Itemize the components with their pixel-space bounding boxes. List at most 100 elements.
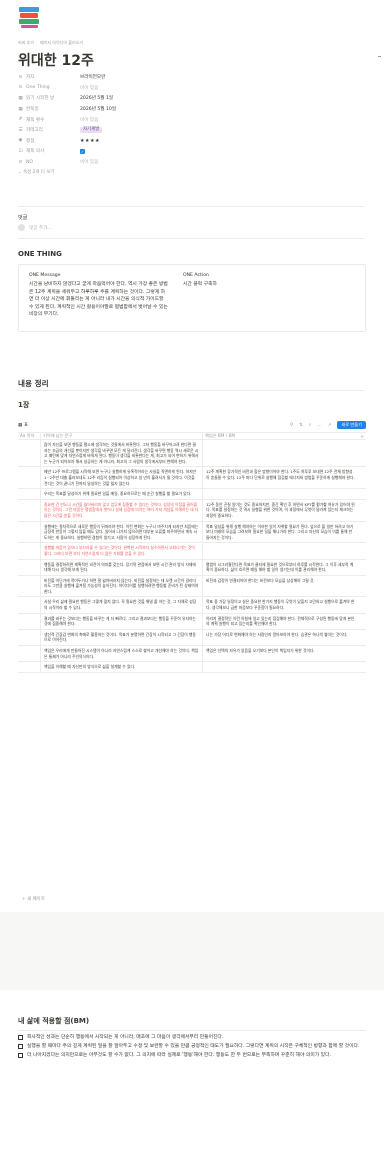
calendar-icon: ▦ [18, 95, 23, 101]
property-finish-date[interactable]: ▦ 완독일 2026년 5월 10일 [18, 104, 358, 115]
new-page-button[interactable]: + 새 페이지 [22, 896, 45, 902]
todo-item[interactable]: 실행을 할 때마다 주의 깊게 계획된 일을 잘 알아두고 수정 및 보완할 수… [18, 1043, 366, 1050]
load-page-idea-button[interactable]: 페이지 아이디어 불러오기 [40, 40, 83, 46]
todo-item[interactable]: 회사적인 성과는 단순히 행동에서 시작되는 게 아니라, 매초에 그 마음이 … [18, 1034, 366, 1041]
row-title-cell[interactable] [18, 560, 40, 575]
table-row[interactable]: 책임을 이해할 때 자신만의 방식으로 삶을 설계할 수 있다. [18, 662, 366, 673]
quote-cell[interactable]: 사실 우리 삶에 필요한 행동은 그렇게 많지 않다. 꼭 필요한 것을 해낼 … [40, 597, 202, 613]
new-row-button[interactable]: 새로 만들기 [337, 421, 366, 429]
bm-cell[interactable] [202, 662, 358, 672]
comments-label: 댓글 [18, 215, 28, 221]
row-title-cell[interactable] [18, 662, 40, 672]
bm-cell[interactable]: 평범이 시그러웠던다면 목표가 클지에 필요한 것으로부터 하루를 시작한다. … [202, 559, 358, 575]
rating-stars[interactable]: ★★★★ [80, 138, 100, 144]
property-reread-count[interactable]: # 재독 횟수 비어 있음 [18, 114, 358, 125]
quote-cell[interactable]: 우리는 목표를 달성하기 위해 필요한 일을 매일, 중요하므로는 매 순간 실… [40, 489, 202, 499]
row-title-cell[interactable] [18, 500, 40, 521]
table-row[interactable]: 실행할 마음이 있으나 부끄러울 수 있다는 것이다. 완벽한 시작보다 실수하… [18, 543, 366, 560]
row-title-cell[interactable] [18, 597, 40, 612]
todo-item[interactable]: 더 나아지겠다는 의지만으로는 아무것도 할 수가 없다. 그 의지에 따라 실… [18, 1052, 366, 1059]
number-icon: # [18, 117, 23, 123]
divider [18, 390, 364, 391]
table-row[interactable]: 실행에는 절차적으로 새로운 행동이 뒤따라야 한다. 이런 변화는 누구나 마… [18, 521, 366, 544]
row-title-cell[interactable] [18, 614, 40, 629]
one-action-title: ONE Action [183, 273, 209, 278]
property-rating[interactable]: ◉ 평점 ★★★★ [18, 136, 358, 147]
bm-cell[interactable]: 12주 동안 끈질 일이는 것도 중요하지만, 중간 확인 후 하면서 KPT를… [202, 499, 358, 521]
property-no[interactable]: ≡ NO 비어 있음 [18, 157, 358, 168]
one-message-text: 시간을 낭비하지 않겠다고 굳게 마음먹어야 한다. 역시 가장 좋은 방법은 … [29, 282, 168, 318]
table-row[interactable]: 사실 우리 삶에 필요한 행동은 그렇게 많지 않다. 꼭 필요한 것을 해낼 … [18, 597, 366, 614]
quote-cell[interactable]: 매년 12주 프로그램을 시작해 보면 누구나 실행하게 유혹적이라는 사실을 … [40, 467, 202, 489]
select-icon: ◉ [18, 138, 23, 144]
table-row[interactable]: 행동을 결정하려면 계획적인 비전이 의미를 갖는다. 장기적 관점에서 보면 … [18, 559, 366, 576]
one-message-title: ONE Message [29, 273, 61, 278]
row-title-cell[interactable] [18, 543, 40, 558]
table-row[interactable]: 생산적 긴장감 변화의 촉매로 활용하는 것이다. 목표가 분명하면 긴장이 시… [18, 629, 366, 647]
table-view-tab[interactable]: ▦ 표 [18, 422, 28, 429]
quote-cell[interactable]: 생산적 긴장감 변화의 촉매로 활용하는 것이다. 목표가 분명하면 긴장이 시… [40, 629, 202, 646]
table-row[interactable]: 중요한 건 빈도나 시간을 잃어버리지 않고 업무에 집중할 수 있다는 것이다… [18, 499, 366, 522]
property-author[interactable]: ≡ 저자 브라이언모란 [18, 72, 358, 83]
bm-cell[interactable] [202, 489, 358, 499]
scrollbar[interactable] [378, 56, 381, 57]
more-icon[interactable]: … [317, 423, 321, 428]
comment-input[interactable]: 댓글 추가... [18, 224, 52, 231]
quote-cell[interactable]: 결과를 바꾸는 것보다는 행동을 바꾸는 게 더 빠르다. 그리고 결과보다는 … [40, 613, 202, 629]
page-title[interactable]: 위대한 12주 [18, 50, 94, 70]
table-row[interactable]: 매년 12주 프로그램을 시작해 보면 누구나 실행하게 유혹적이라는 사실을 … [18, 467, 366, 490]
quote-cell[interactable]: 비전을 어딘가에 적어두거나 하면 잘 잃어버리지 않는다. 비전을 설정하는 … [40, 575, 202, 597]
table-row[interactable]: 많이 자신을 보면 행동을 평소에 생각하는 것들에서 비롯된다. 그저 행동을… [18, 440, 366, 468]
filter-icon[interactable]: ⚲ [290, 423, 293, 428]
quote-cell[interactable]: 실행할 마음이 있으나 부끄러울 수 있다는 것이다. 완벽한 시작보다 실수하… [40, 543, 202, 559]
bm-cell[interactable]: 목표 중 가장 일정이고 실은 중요한 한가지 행동이 무엇이 있을지 고민하고… [202, 597, 358, 613]
category-tag[interactable]: 자기계발 [80, 127, 103, 134]
quote-cell[interactable]: 많이 자신을 보면 행동을 평소에 생각하는 것들에서 비롯된다. 그저 행동을… [40, 440, 202, 467]
quote-cell[interactable]: 중요한 건 빈도나 시간을 잃어버리지 않고 업무에 집중할 수 있다는 것이다… [40, 499, 202, 521]
quote-cell[interactable]: 실행에는 절차적으로 새로운 행동이 뒤따라야 한다. 이런 변화는 누구나 마… [40, 521, 202, 543]
row-title-cell[interactable] [18, 646, 40, 661]
table-row[interactable]: 책임은 우리에게 만들어진 시스템이 아니라 자연스럽게 스스로 쌓이고 개선해… [18, 646, 366, 663]
bm-cell[interactable]: 책임은 선택의 자유가 있음을 오기보다 본인이 책임지기 위한 것이다. [202, 646, 358, 662]
row-title-cell[interactable] [18, 630, 40, 645]
table-row[interactable]: 결과를 바꾸는 것보다는 행동을 바꾸는 게 더 빠르다. 그리고 결과보다는 … [18, 613, 366, 630]
bm-cell[interactable]: 나는 가장 어디로 변화해야 하는 사람인지 알아보아야 한다. 습관은 하나씩… [202, 629, 358, 646]
bm-cell[interactable] [202, 440, 358, 467]
quote-cell[interactable]: 행동을 결정하려면 계획적인 비전이 의미를 갖는다. 장기적 관점에서 보면 … [40, 559, 202, 575]
list-icon: ☰ [18, 127, 23, 133]
row-title-cell[interactable] [18, 576, 40, 597]
table-row[interactable]: 우리는 목표를 달성하기 위해 필요한 일을 매일, 중요하므로는 매 순간 실… [18, 489, 366, 500]
quote-cell[interactable]: 책임을 이해할 때 자신만의 방식으로 삶을 설계할 수 있다. [40, 662, 202, 672]
quote-cell[interactable]: 책임은 우리에게 만들어진 시스템이 아니라 자연스럽게 스스로 쌓이고 개선해… [40, 646, 202, 662]
bm-cell[interactable]: 이러지 결정적인 이런 아침에 일고 있는지 점검해야 한다. 전체적으로 구성… [202, 613, 358, 629]
expand-icon[interactable]: ↗ [328, 423, 332, 428]
todo-checkbox[interactable] [18, 1044, 23, 1050]
property-start-date[interactable]: ▦ 읽기 시작한 날 2026년 5월 1일 [18, 93, 358, 104]
row-title-cell[interactable] [18, 489, 40, 499]
add-column-icon[interactable]: + [358, 434, 366, 439]
row-title-cell[interactable] [18, 467, 40, 488]
bm-cell[interactable]: 목표 달성을 위해 실행 해야하는 이러한 일이 자취할 필요가 된다. 앞으로… [202, 521, 358, 543]
reread-checkbox[interactable]: ✓ [80, 148, 85, 154]
column-header-title[interactable]: Aa 목차 [18, 433, 40, 439]
todo-checkbox[interactable] [18, 1035, 23, 1040]
more-properties-toggle[interactable]: ⌄ 속성 2개 더 보기 [18, 169, 358, 175]
add-cover-button[interactable]: 커버 추가 [18, 40, 34, 46]
row-title-cell[interactable] [18, 522, 40, 543]
text-property-icon: ≡ [18, 74, 23, 80]
property-reread-intent[interactable]: ☑ 재독 의사 ✓ [18, 146, 358, 157]
row-title-cell[interactable] [18, 440, 40, 466]
books-icon[interactable] [18, 5, 40, 29]
property-category[interactable]: ☰ 카테고리 자기계발 [18, 125, 358, 136]
column-header-bm[interactable]: 책임은 BM / BM [202, 433, 358, 439]
bm-cell[interactable]: 비전과 감정이 연결되어야 한다는 비전보다 모습을 상상해야 그릴 것. [202, 575, 358, 597]
bm-cell[interactable]: 12주 계획한 장기적인 비전과 합은 방향이어야 한다. 1주도 허투루 보내… [202, 467, 358, 489]
sort-icon[interactable]: ⇅ [299, 423, 303, 428]
property-one-thing[interactable]: ≡ One Thing 비어 있음 [18, 83, 358, 94]
search-icon[interactable]: ⌕ [309, 422, 311, 428]
calendar-icon: ▦ [18, 106, 23, 112]
column-header-quote[interactable]: 기억에 남는 문구 [40, 433, 202, 439]
table-row[interactable]: 비전을 어딘가에 적어두거나 하면 잘 잃어버리지 않는다. 비전을 설정하는 … [18, 575, 366, 598]
todo-checkbox[interactable] [18, 1053, 23, 1059]
bm-cell[interactable] [202, 543, 358, 559]
